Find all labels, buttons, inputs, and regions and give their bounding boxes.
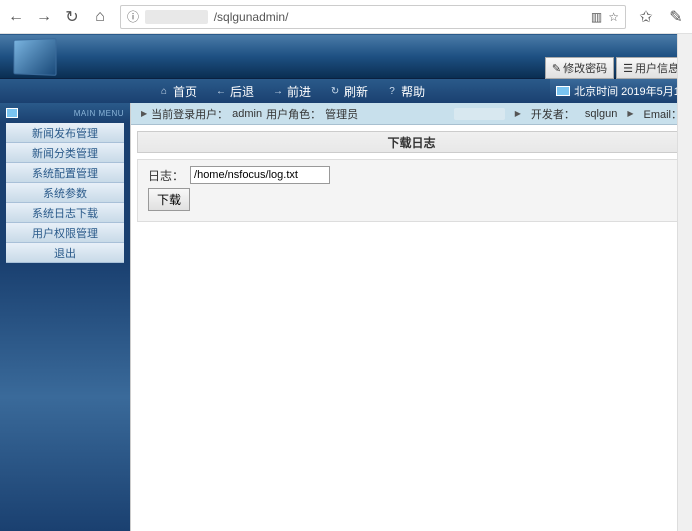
role-value: 管理员 bbox=[325, 106, 358, 122]
developer-label: 开发者： bbox=[531, 106, 575, 122]
nav-refresh[interactable]: ↻ 刷新 bbox=[321, 81, 376, 102]
url-host-blurred: host bbox=[145, 10, 208, 24]
download-button[interactable]: 下载 bbox=[148, 188, 190, 211]
developer-value: sqlgun bbox=[585, 108, 617, 120]
change-password-label: 修改密码 bbox=[563, 60, 607, 76]
address-bar[interactable]: ⓘ host /sqlgunadmin/ ▥ ☆ bbox=[120, 5, 626, 29]
info-bar: ▶ 当前登录用户： admin 用户角色： 管理员 xx ▶ 开发者： sqlg… bbox=[131, 103, 692, 125]
time-display: 北京时间 2019年5月14 bbox=[550, 79, 692, 103]
nav-forward[interactable]: → 前进 bbox=[264, 81, 319, 102]
nav-back-label: 后退 bbox=[230, 83, 254, 100]
nav-refresh-label: 刷新 bbox=[344, 83, 368, 100]
logo-icon bbox=[13, 38, 56, 76]
forward-icon[interactable]: → bbox=[36, 9, 52, 25]
content-area: MAIN MENU 新闻发布管理 新闻分类管理 系统配置管理 系统参数 系统日志… bbox=[0, 103, 692, 531]
sidebar-fill bbox=[0, 263, 130, 531]
time-label: 北京时间 2019年5月14 bbox=[574, 83, 686, 99]
user-info-label: 用户信息 bbox=[635, 60, 679, 76]
arrow-right-icon: → bbox=[272, 85, 284, 97]
sidebar-item-system-params[interactable]: 系统参数 bbox=[6, 183, 124, 203]
triangle-icon: ▶ bbox=[141, 109, 147, 118]
refresh-icon[interactable]: ↻ bbox=[64, 9, 80, 25]
nav-back[interactable]: ← 后退 bbox=[207, 81, 262, 102]
refresh-nav-icon: ↻ bbox=[329, 85, 341, 97]
star-outline-icon[interactable]: ☆ bbox=[608, 10, 619, 24]
sidebar-item-news-publish[interactable]: 新闻发布管理 bbox=[6, 123, 124, 143]
nav-bar: ⌂ 首页 ← 后退 → 前进 ↻ 刷新 ? 帮助 北京时间 2019年5月14 bbox=[0, 79, 692, 103]
user-icon: ☰ bbox=[623, 62, 633, 75]
sidebar-item-exit[interactable]: 退出 bbox=[6, 243, 124, 263]
log-label: 日志： bbox=[148, 167, 184, 184]
key-icon: ✎ bbox=[552, 62, 561, 75]
nav-help-label: 帮助 bbox=[401, 83, 425, 100]
notes-icon[interactable]: ✎ bbox=[668, 9, 684, 25]
monitor-icon bbox=[556, 86, 570, 96]
blurred-info: xx bbox=[454, 108, 505, 120]
url-path: /sqlgunadmin/ bbox=[214, 10, 289, 24]
sidebar-header: MAIN MENU bbox=[0, 103, 130, 123]
browser-toolbar: ← → ↻ ⌂ ⓘ host /sqlgunadmin/ ▥ ☆ ✩ ✎ bbox=[0, 0, 692, 34]
sidebar: MAIN MENU 新闻发布管理 新闻分类管理 系统配置管理 系统参数 系统日志… bbox=[0, 103, 130, 531]
current-user-label: 当前登录用户： bbox=[151, 106, 228, 122]
sidebar-item-user-permissions[interactable]: 用户权限管理 bbox=[6, 223, 124, 243]
page-title: 下载日志 bbox=[137, 131, 686, 153]
info-icon: ⓘ bbox=[127, 8, 139, 25]
user-info-button[interactable]: ☰ 用户信息 bbox=[616, 57, 686, 79]
main-panel: ▶ 当前登录用户： admin 用户角色： 管理员 xx ▶ 开发者： sqlg… bbox=[130, 103, 692, 531]
sidebar-item-system-config[interactable]: 系统配置管理 bbox=[6, 163, 124, 183]
question-icon: ? bbox=[386, 85, 398, 97]
house-icon: ⌂ bbox=[158, 85, 170, 97]
back-icon[interactable]: ← bbox=[8, 9, 24, 25]
nav-home[interactable]: ⌂ 首页 bbox=[150, 81, 205, 102]
form-area: 日志： 下载 bbox=[137, 159, 686, 222]
nav-home-label: 首页 bbox=[173, 83, 197, 100]
nav-forward-label: 前进 bbox=[287, 83, 311, 100]
change-password-button[interactable]: ✎ 修改密码 bbox=[545, 57, 614, 79]
log-path-input[interactable] bbox=[190, 166, 330, 184]
reader-icon[interactable]: ▥ bbox=[591, 10, 602, 24]
favorites-icon[interactable]: ✩ bbox=[638, 9, 654, 25]
triangle-icon: ▶ bbox=[627, 109, 633, 118]
home-icon[interactable]: ⌂ bbox=[92, 9, 108, 25]
scrollbar[interactable] bbox=[677, 34, 692, 531]
role-label: 用户角色： bbox=[266, 106, 321, 122]
current-user-value: admin bbox=[232, 108, 262, 120]
arrow-left-icon: ← bbox=[215, 85, 227, 97]
app-header: ✎ 修改密码 ☰ 用户信息 bbox=[0, 34, 692, 79]
sidebar-item-news-category[interactable]: 新闻分类管理 bbox=[6, 143, 124, 163]
sidebar-menu: 新闻发布管理 新闻分类管理 系统配置管理 系统参数 系统日志下载 用户权限管理 … bbox=[0, 123, 130, 263]
sidebar-header-text: MAIN MENU bbox=[74, 109, 124, 118]
triangle-icon: ▶ bbox=[515, 109, 521, 118]
window-icon bbox=[6, 108, 18, 118]
sidebar-item-log-download[interactable]: 系统日志下载 bbox=[6, 203, 124, 223]
nav-help[interactable]: ? 帮助 bbox=[378, 81, 433, 102]
